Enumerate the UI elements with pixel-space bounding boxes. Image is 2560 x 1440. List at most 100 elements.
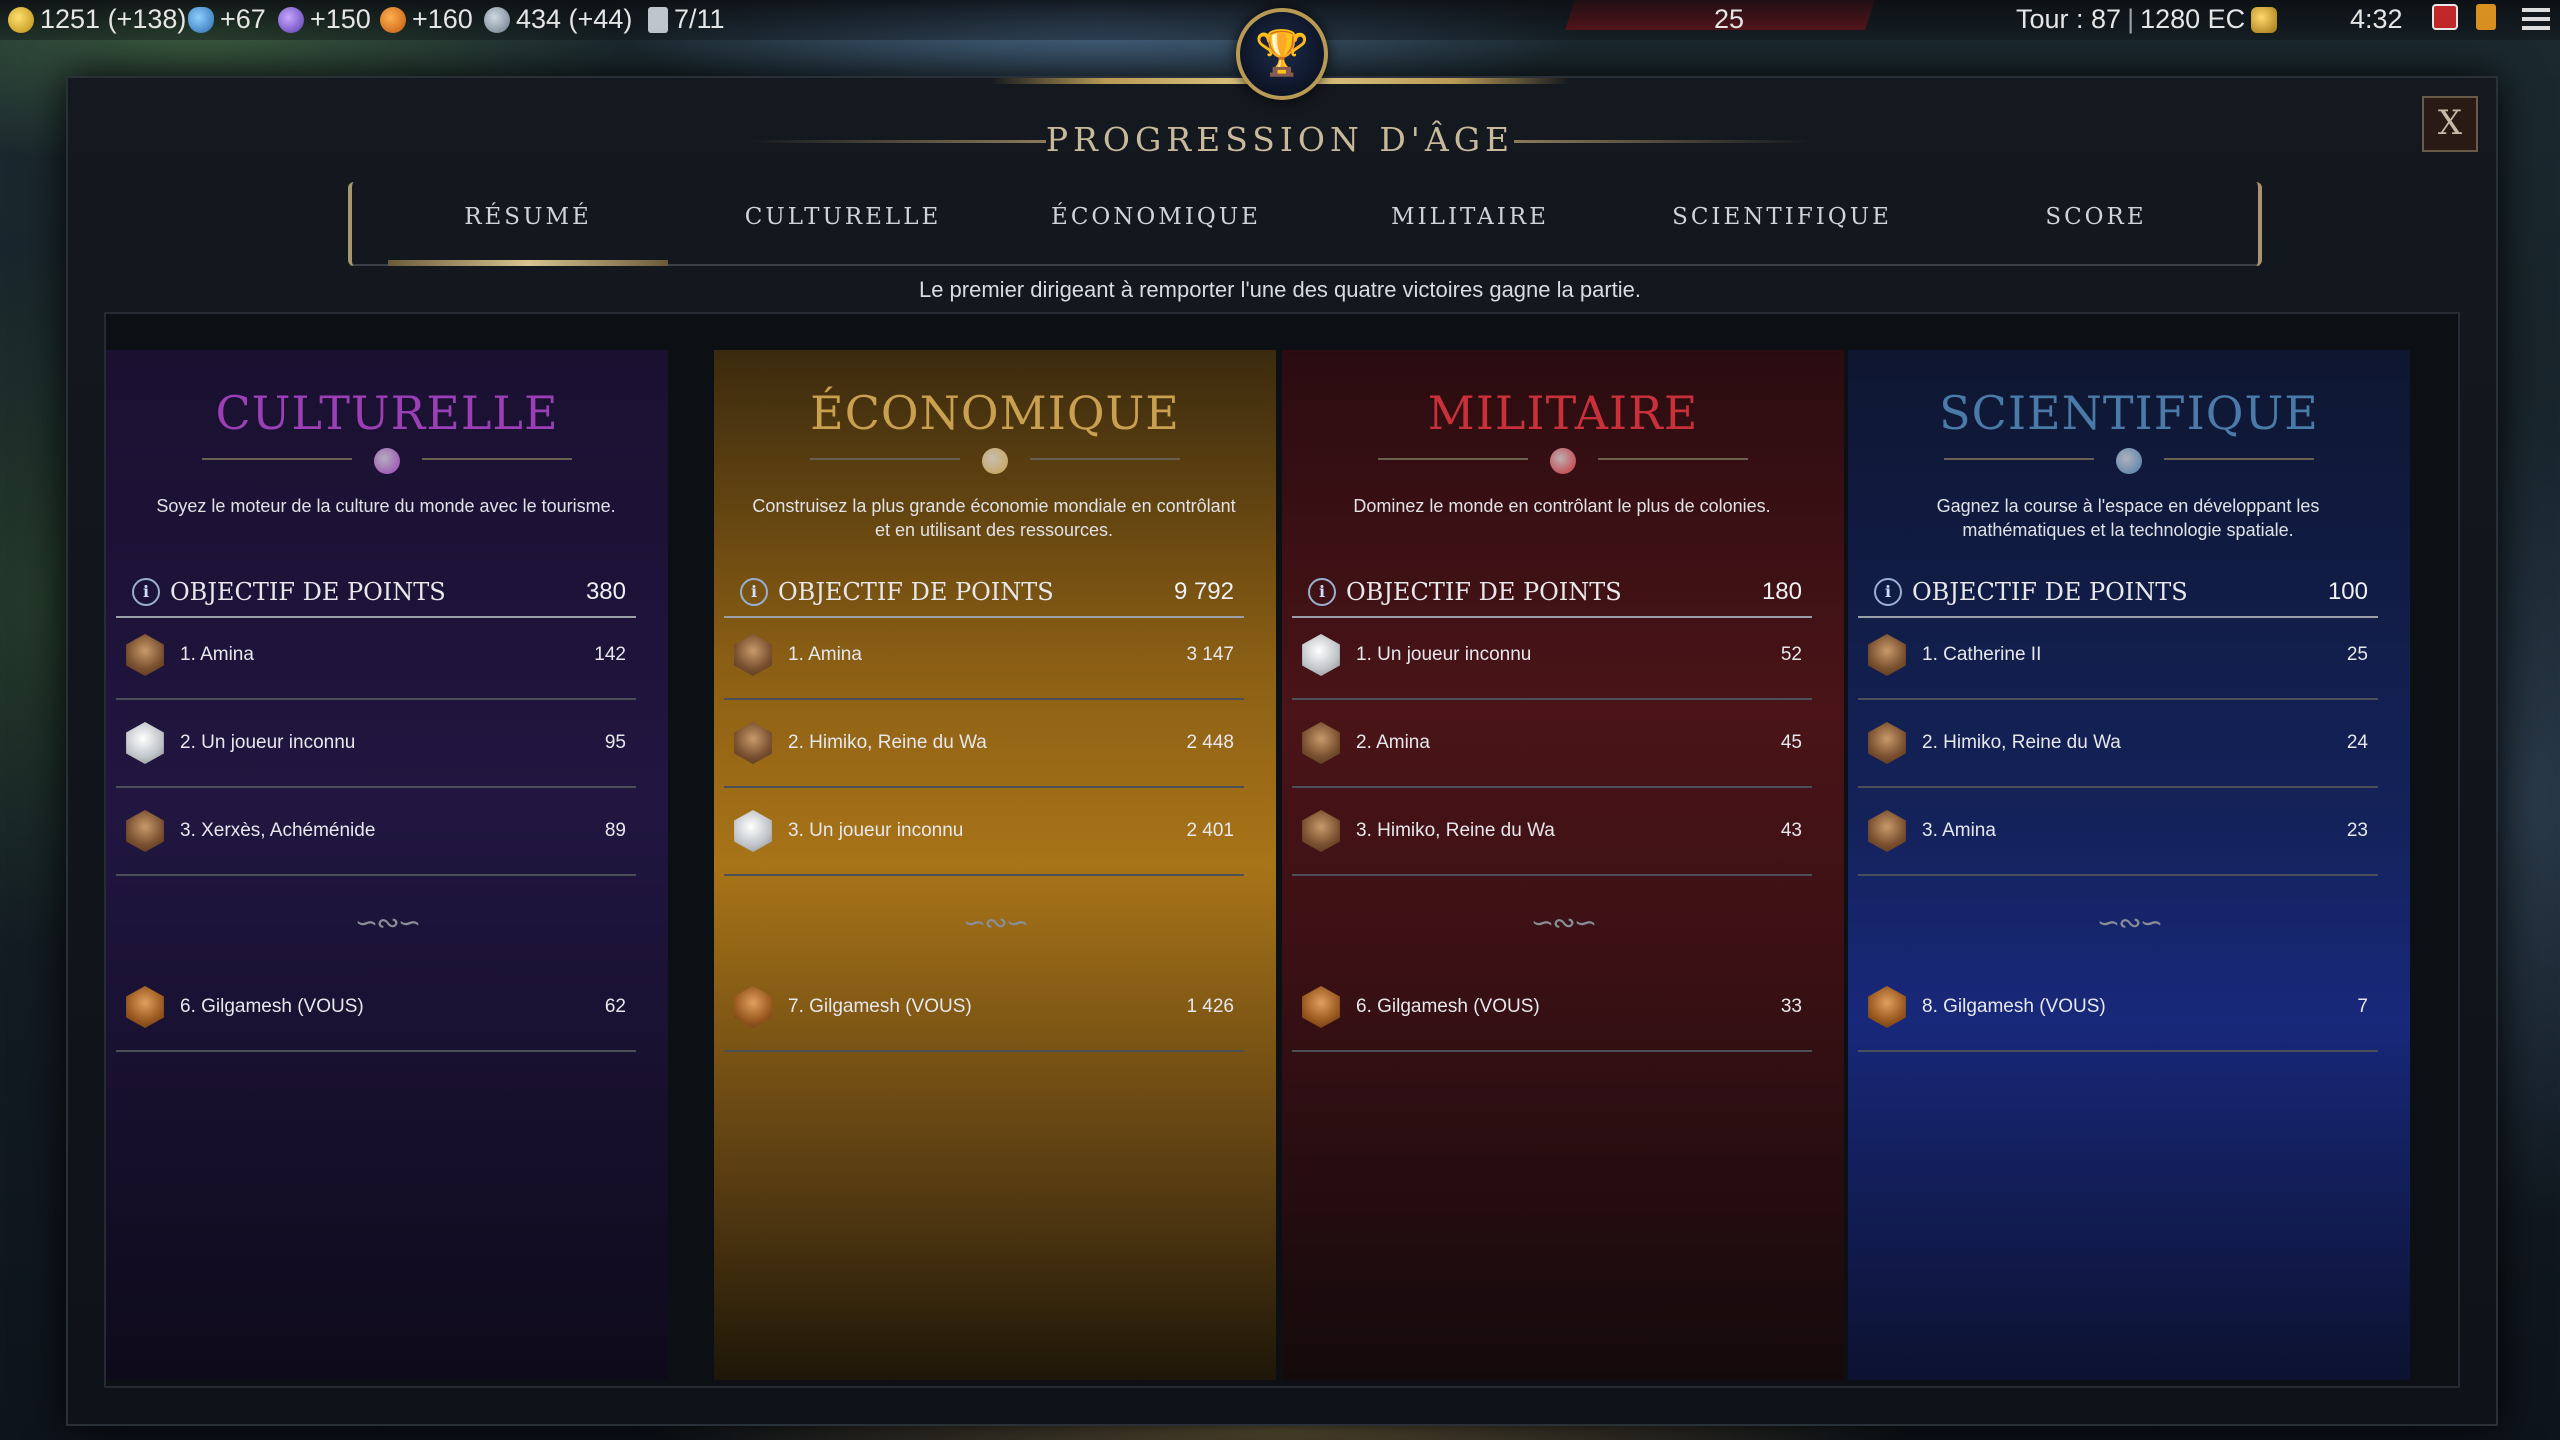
player-rank-name: 6. Gilgamesh (VOUS) — [1356, 996, 1540, 1017]
rank-name: 3. Himiko, Reine du Wa — [1356, 820, 1555, 841]
ornament-divider-icon: ∽∾∽ — [1530, 907, 1597, 938]
objective-label: OBJECTIF DE POINTS — [1912, 578, 2188, 606]
leader-portrait-icon — [1302, 634, 1340, 676]
victory-emblem-icon — [2116, 448, 2142, 474]
settlement-icon — [648, 6, 668, 33]
player-rank-name: 8. Gilgamesh (VOUS) — [1922, 996, 2106, 1017]
tab-resume[interactable]: RÉSUMÉ — [388, 204, 668, 244]
hamburger-menu-icon — [2522, 8, 2550, 30]
civilopedia-button[interactable] — [2476, 4, 2496, 30]
happiness-resource[interactable]: +160 — [380, 4, 473, 35]
tab-bracket-left — [348, 182, 370, 266]
tab-economique[interactable]: ÉCONOMIQUE — [1016, 204, 1296, 244]
tab-bracket-right — [2240, 182, 2262, 266]
rank-name: 2. Himiko, Reine du Wa — [788, 732, 987, 753]
column-description: Dominez le monde en contrôlant le plus d… — [1353, 496, 1771, 516]
tab-militaire[interactable]: MILITAIRE — [1330, 204, 1610, 244]
info-icon[interactable]: i — [740, 578, 768, 606]
rank-name: 1. Amina — [788, 644, 862, 665]
player-row[interactable]: 6. Gilgamesh (VOUS) 62 — [116, 964, 636, 1052]
influence-value: 434 (+44) — [516, 4, 633, 34]
rank-name: 3. Un joueur inconnu — [788, 820, 964, 841]
player-rank-name: 6. Gilgamesh (VOUS) — [180, 996, 364, 1017]
info-icon[interactable]: i — [1308, 578, 1336, 606]
leaderboard-row[interactable]: 1. Un joueur inconnu 52 — [1292, 612, 1812, 700]
ornament-divider-icon: ∽∾∽ — [2096, 907, 2163, 938]
rank-score: 24 — [2346, 732, 2368, 753]
column-title: MILITAIRE — [1427, 386, 1699, 440]
leaderboard-row[interactable]: 3. Himiko, Reine du Wa 43 — [1292, 788, 1812, 876]
gold-icon — [8, 6, 34, 33]
gold-value: 1251 (+138) — [40, 4, 187, 34]
trophy-medallion: 🏆 — [1236, 8, 1328, 100]
gold-resource[interactable]: 1251 (+138) — [8, 4, 186, 35]
leader-portrait-icon — [1868, 810, 1906, 852]
column-title: CULTURELLE — [215, 386, 559, 440]
settlements-resource[interactable]: 7/11 — [648, 4, 725, 35]
rank-score: 95 — [604, 732, 626, 753]
objective-value: 9 792 — [1173, 578, 1234, 605]
leaderboard-row[interactable]: 1. Catherine II 25 — [1858, 612, 2378, 700]
player-rank-score: 62 — [604, 996, 626, 1017]
leader-portrait-icon — [126, 634, 164, 676]
tab-culturelle[interactable]: CULTURELLE — [703, 204, 983, 244]
objective-label: OBJECTIF DE POINTS — [1346, 578, 1622, 606]
emblem-line-right — [1030, 458, 1180, 460]
rank-score: 43 — [1780, 820, 1802, 841]
column-description: Soyez le moteur de la culture du monde a… — [156, 496, 616, 516]
emblem-line-right — [422, 458, 572, 460]
influence-icon — [484, 6, 510, 33]
victory-rule-text: Le premier dirigeant à remporter l'une d… — [918, 277, 1642, 302]
era-icon — [2251, 6, 2278, 33]
leaderboard-row[interactable]: 2. Un joueur inconnu 95 — [116, 700, 636, 788]
player-row[interactable]: 6. Gilgamesh (VOUS) 33 — [1292, 964, 1812, 1052]
influence-resource[interactable]: 434 (+44) — [484, 4, 632, 35]
leaderboard-row[interactable]: 2. Himiko, Reine du Wa 2 448 — [724, 700, 1244, 788]
clock-value: 4:32 — [2350, 4, 2403, 34]
column-description: Gagnez la course à l'espace en développa… — [1936, 496, 2320, 540]
rank-score: 45 — [1780, 732, 1802, 753]
victory-emblem-icon — [982, 448, 1008, 474]
player-row[interactable]: 8. Gilgamesh (VOUS) 7 — [1858, 964, 2378, 1052]
culture-resource[interactable]: +150 — [278, 4, 371, 35]
tab-score[interactable]: SCORE — [1956, 204, 2236, 244]
gift-button[interactable] — [2432, 4, 2458, 30]
leader-portrait-icon — [1302, 810, 1340, 852]
player-rank-score: 1 426 — [1186, 996, 1234, 1017]
tab-scientifique[interactable]: SCIENTIFIQUE — [1642, 204, 1922, 244]
culture-icon — [278, 6, 304, 33]
info-icon[interactable]: i — [132, 578, 160, 606]
player-rank-name: 7. Gilgamesh (VOUS) — [788, 996, 972, 1017]
ornament-divider-icon: ∽∾∽ — [354, 907, 421, 938]
leaderboard-row[interactable]: 2. Himiko, Reine du Wa 24 — [1858, 700, 2378, 788]
rank-name: 1. Catherine II — [1922, 644, 2042, 665]
leaderboard-row[interactable]: 3. Amina 23 — [1858, 788, 2378, 876]
turn-info[interactable]: Tour : 87 | 1280 EC — [2016, 4, 2278, 35]
rank-score: 2 448 — [1186, 732, 1234, 753]
player-portrait-icon — [1868, 986, 1906, 1028]
leader-portrait-icon — [1868, 634, 1906, 676]
emblem-line-left — [202, 458, 352, 460]
leaderboard-row[interactable]: 2. Amina 45 — [1292, 700, 1812, 788]
gift-icon — [2432, 4, 2458, 30]
rank-score: 52 — [1780, 644, 1802, 665]
objective-value: 380 — [585, 578, 626, 605]
rank-score: 25 — [2346, 644, 2368, 665]
dialog-title: PROGRESSION D'ÂGE — [1045, 120, 1515, 159]
objective-value: 180 — [1761, 578, 1802, 605]
science-value: +67 — [220, 4, 266, 34]
leaderboard-row[interactable]: 1. Amina 142 — [116, 612, 636, 700]
victory-emblem-icon — [374, 448, 400, 474]
column-description: Construisez la plus grande économie mond… — [752, 496, 1236, 540]
science-resource[interactable]: +67 — [188, 4, 266, 35]
leaderboard-row[interactable]: 3. Un joueur inconnu 2 401 — [724, 788, 1244, 876]
player-portrait-icon — [126, 986, 164, 1028]
rank-score: 142 — [594, 644, 626, 665]
rank-name: 1. Un joueur inconnu — [1356, 644, 1532, 665]
objective-label: OBJECTIF DE POINTS — [170, 578, 446, 606]
player-row[interactable]: 7. Gilgamesh (VOUS) 1 426 — [724, 964, 1244, 1052]
leaderboard-row[interactable]: 1. Amina 3 147 — [724, 612, 1244, 700]
info-icon[interactable]: i — [1874, 578, 1902, 606]
leaderboard-row[interactable]: 3. Xerxès, Achéménide 89 — [116, 788, 636, 876]
main-menu-button[interactable] — [2522, 8, 2550, 30]
